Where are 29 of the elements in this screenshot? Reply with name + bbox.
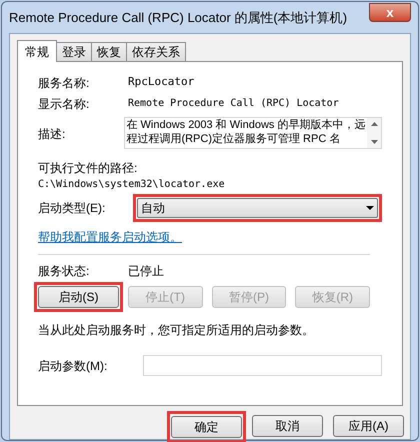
- scroll-down-icon[interactable]: [370, 140, 378, 144]
- button[interactable]: 取消: [252, 415, 323, 437]
- field-label: 显示名称:: [38, 96, 90, 112]
- tab[interactable]: 恢复: [91, 42, 127, 61]
- button[interactable]: 确定: [171, 416, 242, 438]
- description-text: 在 Windows 2003 和 Windows 的早期版本中，远程过程调用(RPC)定位器服务可管理 RPC 名: [125, 118, 366, 147]
- status-value: 已停止: [128, 263, 164, 280]
- field-value: RpcLocator: [128, 74, 194, 90]
- field-label: 服务名称:: [38, 74, 90, 92]
- field-label: 启动类型(E):: [38, 200, 106, 217]
- start-parameters-field[interactable]: [143, 355, 382, 376]
- button[interactable]: 应用(A): [333, 415, 404, 437]
- window-title: Remote Procedure Call (RPC) Locator 的属性(本地计算机): [9, 8, 348, 27]
- field-value: Remote Procedure Call (RPC) Locator: [128, 97, 339, 111]
- help-link[interactable]: 帮助我配置服务启动选项。: [38, 228, 382, 246]
- tab[interactable]: 依存关系: [126, 42, 186, 61]
- field-label: 可执行文件的路径:: [38, 160, 138, 177]
- scroll-up-icon[interactable]: [370, 122, 378, 126]
- tab[interactable]: 登录: [56, 42, 92, 61]
- dropdown-arrow-icon: [366, 206, 374, 210]
- field-label: 启动参数(M):: [38, 358, 108, 374]
- tab[interactable]: 常规: [17, 40, 57, 62]
- field-label: 描述:: [38, 126, 66, 143]
- field-label: 服务状态:: [38, 263, 90, 280]
- scrollbar[interactable]: [367, 118, 381, 148]
- hint-text: 当从此处启动服务时，您可指定所适用的启动参数。: [38, 322, 315, 339]
- button[interactable]: 启动(S): [38, 286, 119, 308]
- startup-type-dropdown[interactable]: 自动: [137, 198, 378, 218]
- path-text: C:\Windows\system32\locator.exe: [38, 178, 226, 192]
